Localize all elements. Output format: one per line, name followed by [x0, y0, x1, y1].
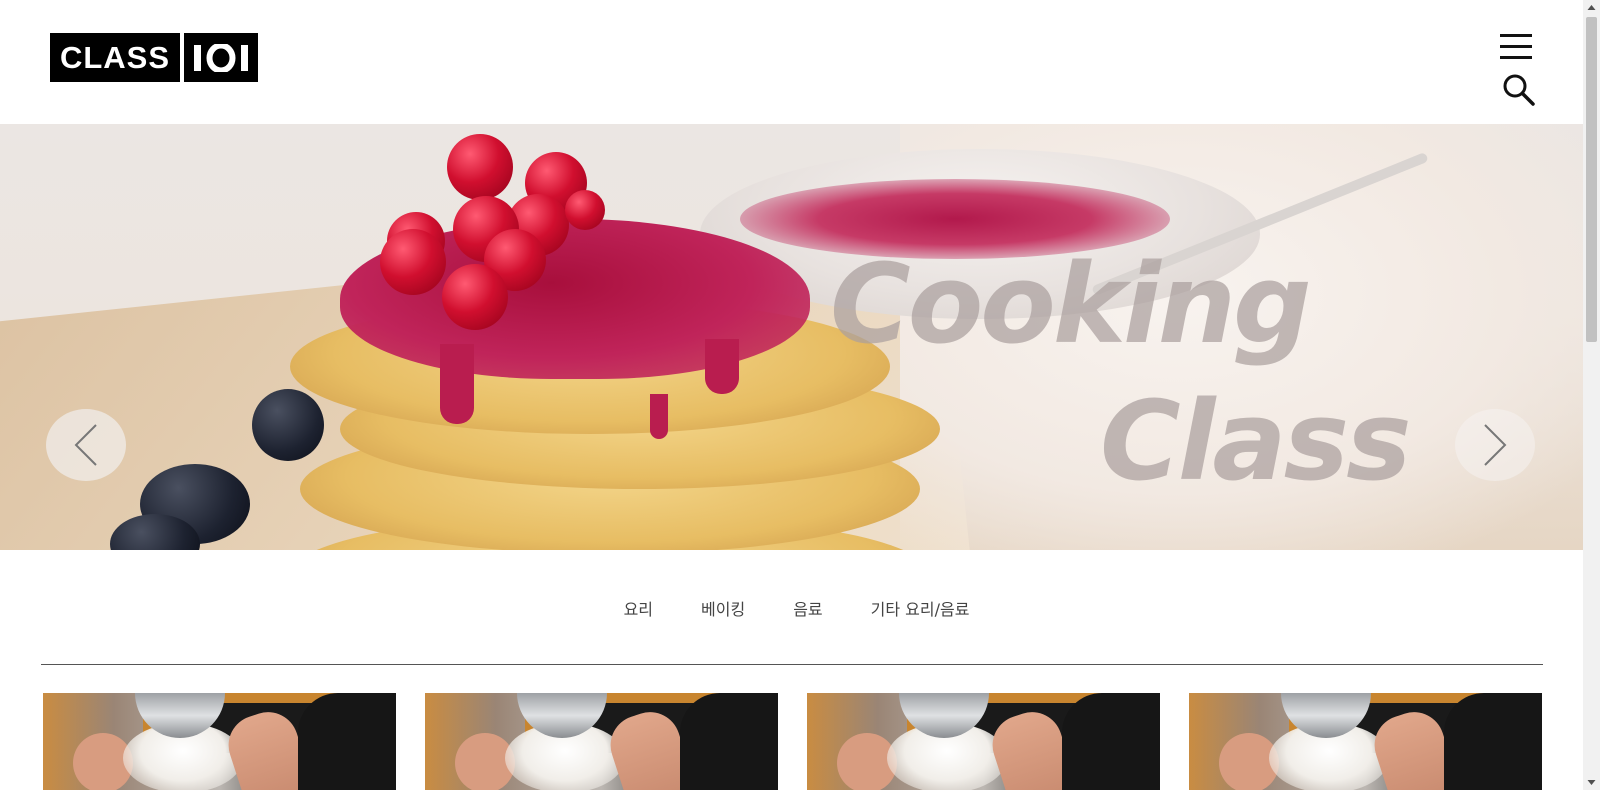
- class-thumbnail[interactable]: [425, 693, 778, 790]
- category-item-drinks[interactable]: 음료: [793, 590, 822, 630]
- logo-101-glyph: [194, 43, 248, 72]
- slider-next-button[interactable]: [1455, 409, 1535, 481]
- class-thumbnail[interactable]: [807, 693, 1160, 790]
- hero-title-line1: Cooking: [830, 240, 1312, 368]
- site-logo[interactable]: CLASS: [50, 33, 258, 82]
- red-currant: [442, 264, 508, 330]
- scrollbar-thumb[interactable]: [1586, 17, 1597, 342]
- hero-slider: Cooking Class: [0, 124, 1583, 550]
- chevron-right-icon: [1484, 424, 1507, 466]
- scroll-down-arrow-icon[interactable]: [1583, 773, 1600, 790]
- category-item-baking[interactable]: 베이킹: [701, 590, 745, 630]
- chevron-left-icon: [74, 424, 97, 466]
- category-divider: [41, 664, 1543, 665]
- class-thumbnail[interactable]: [43, 693, 396, 790]
- scroll-up-arrow-icon[interactable]: [1583, 0, 1600, 17]
- red-currant: [565, 190, 605, 230]
- site-header: CLASS: [0, 0, 1583, 124]
- slider-prev-button[interactable]: [46, 409, 126, 481]
- class-thumbnail[interactable]: [1189, 693, 1542, 790]
- search-icon[interactable]: [1502, 73, 1536, 107]
- logo-101-text: [184, 33, 258, 82]
- logo-class-text: CLASS: [50, 33, 180, 82]
- category-nav: 요리 베이킹 음료 기타 요리/음료: [0, 590, 1583, 630]
- page-scrollbar[interactable]: [1583, 0, 1600, 790]
- category-item-cooking[interactable]: 요리: [624, 590, 653, 630]
- hamburger-menu-icon[interactable]: [1500, 32, 1534, 60]
- hero-title-line2: Class: [1100, 377, 1412, 505]
- red-currant: [380, 229, 446, 295]
- red-currant: [447, 134, 513, 200]
- blueberry: [252, 389, 324, 461]
- category-item-other[interactable]: 기타 요리/음료: [871, 590, 970, 630]
